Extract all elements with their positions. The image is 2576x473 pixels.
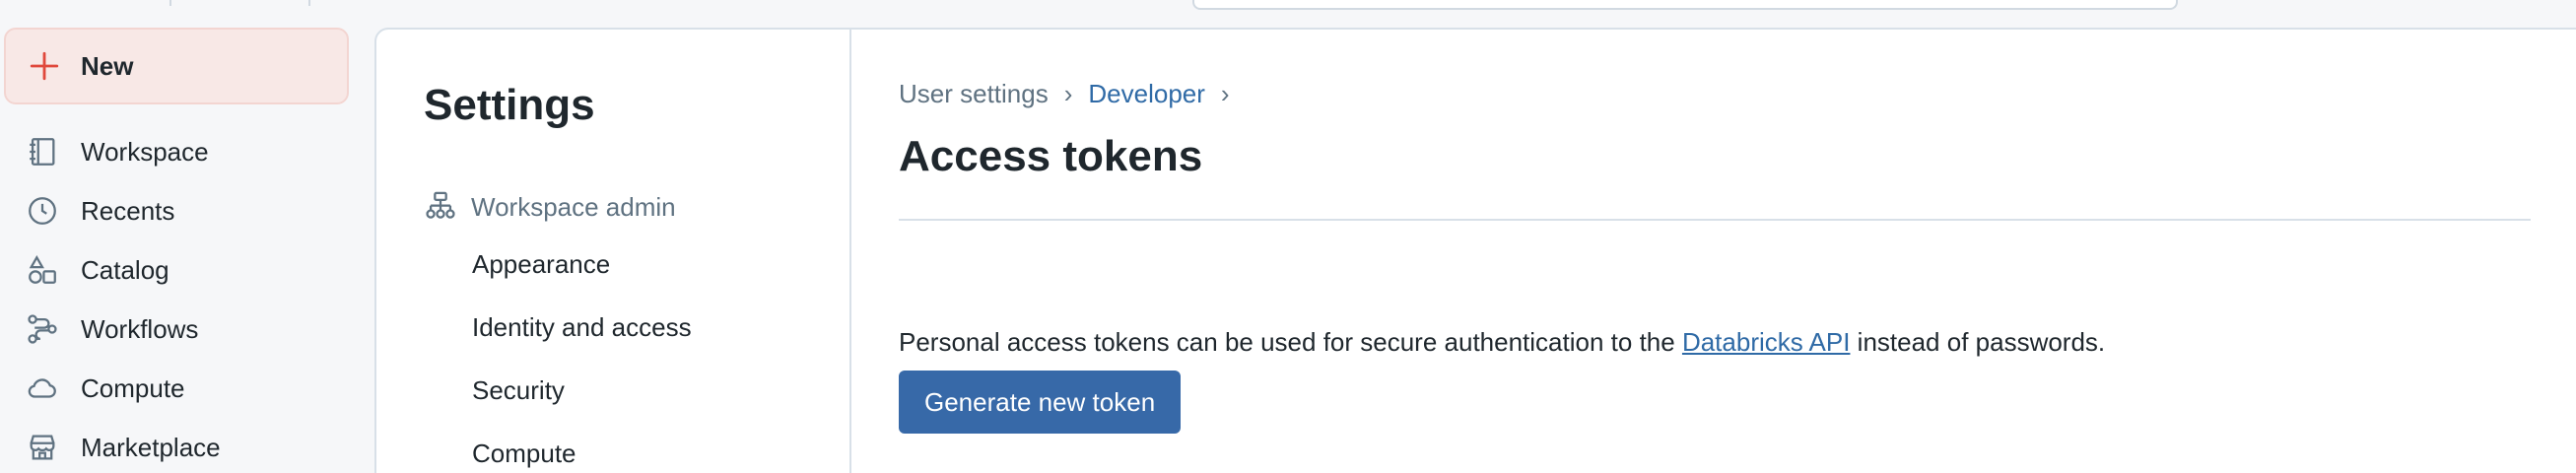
plus-icon: [30, 51, 59, 81]
settings-item-security[interactable]: Security: [472, 371, 565, 410]
settings-item-compute[interactable]: Compute: [472, 434, 576, 473]
settings-section-workspace-admin[interactable]: Workspace admin: [424, 183, 676, 231]
breadcrumb-user-settings[interactable]: User settings: [899, 79, 1049, 109]
sidebar-item-catalog[interactable]: Catalog: [26, 245, 169, 295]
description-before: Personal access tokens can be used for s…: [899, 327, 1682, 357]
settings-menu: Settings Workspace admin Appearance Iden…: [376, 30, 851, 473]
settings-item-appearance[interactable]: Appearance: [472, 244, 610, 284]
search-bar[interactable]: [1192, 0, 2178, 10]
breadcrumb: User settings › Developer ›: [899, 79, 1246, 109]
sidebar-item-workspace[interactable]: Workspace: [26, 127, 209, 176]
chevron-right-icon: ›: [1063, 79, 1073, 108]
left-sidebar: New Workspace Recents Catalog Workflows: [0, 0, 365, 473]
description-after: instead of passwords.: [1850, 327, 2106, 357]
catalog-icon: [29, 254, 56, 284]
divider: [899, 219, 2531, 221]
cloud-icon: [28, 378, 56, 398]
store-icon: [30, 435, 55, 460]
breadcrumb-developer[interactable]: Developer: [1088, 79, 1205, 109]
sidebar-item-label: Workspace: [81, 136, 209, 167]
chevron-right-icon: ›: [1220, 79, 1230, 108]
sidebar-item-label: Catalog: [81, 254, 169, 285]
org-chart-icon: [426, 191, 455, 219]
sidebar-item-compute[interactable]: Compute: [26, 364, 185, 413]
sidebar-item-label: Recents: [81, 195, 175, 226]
databricks-api-link[interactable]: Databricks API: [1682, 327, 1851, 357]
settings-card: Settings Workspace admin Appearance Iden…: [374, 28, 2576, 473]
section-label: Workspace admin: [471, 191, 676, 222]
generate-new-token-button[interactable]: Generate new token: [899, 371, 1182, 434]
page-title: Access tokens: [899, 132, 1203, 180]
workflows-icon: [28, 314, 57, 344]
clock-icon: [29, 197, 56, 225]
sidebar-item-marketplace[interactable]: Marketplace: [26, 423, 221, 472]
sidebar-item-label: Marketplace: [81, 432, 221, 462]
content-pane: User settings › Developer › Access token…: [899, 30, 2576, 473]
sidebar-item-recents[interactable]: Recents: [26, 186, 174, 236]
description-text: Personal access tokens can be used for s…: [899, 327, 2105, 358]
settings-title: Settings: [424, 81, 595, 129]
sidebar-item-label: Workflows: [81, 313, 199, 344]
new-button-label: New: [81, 50, 134, 81]
sidebar-item-workflows[interactable]: Workflows: [26, 304, 198, 354]
new-button[interactable]: New: [4, 28, 349, 104]
workspace-icon: [30, 138, 55, 166]
settings-item-identity-and-access[interactable]: Identity and access: [472, 307, 692, 347]
sidebar-item-label: Compute: [81, 372, 185, 403]
